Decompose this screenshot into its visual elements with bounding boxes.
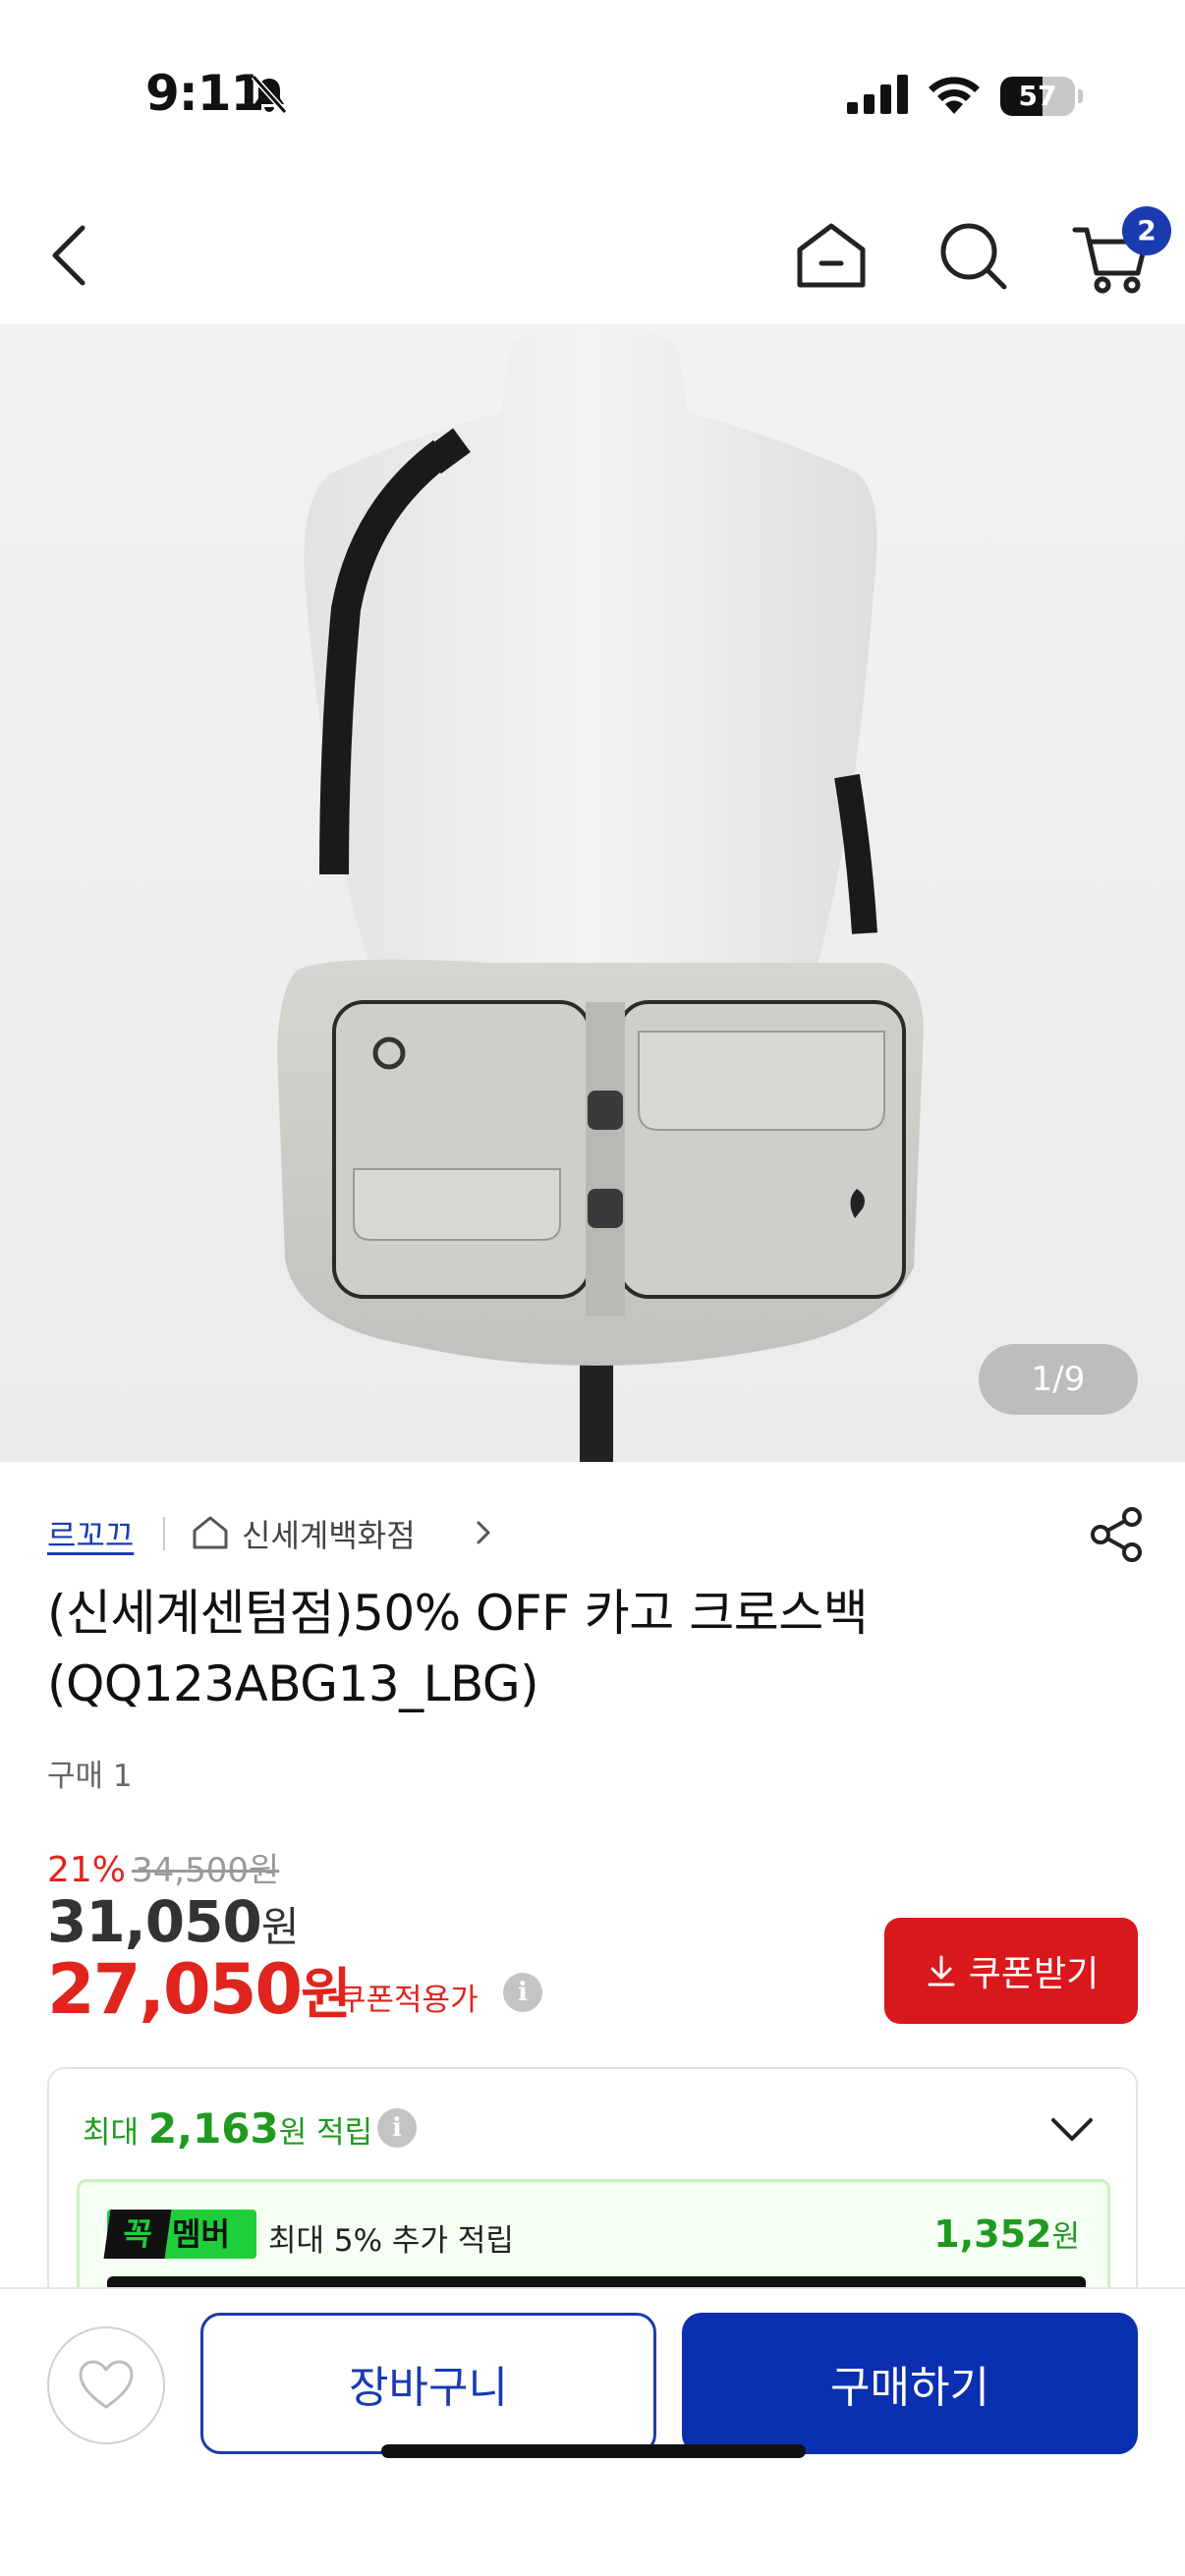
download-coupon-label: 쿠폰받기	[968, 1954, 1100, 1994]
store-link[interactable]: 신세계백화점	[242, 1511, 416, 1556]
chevron-right-icon	[477, 1521, 490, 1544]
original-price: 34,500원	[132, 1851, 280, 1890]
status-time: 9:11	[145, 65, 264, 122]
member-benefit-amount: 1,352원	[933, 2212, 1080, 2256]
share-icon[interactable]	[1087, 1505, 1146, 1564]
points-summary: 최대 2,163원 적립	[83, 2104, 372, 2153]
status-bar: 9:11 57	[0, 0, 1185, 187]
coupon-price-label: 쿠폰적용가	[338, 1983, 479, 2018]
store-home-icon[interactable]	[191, 1513, 230, 1552]
battery-indicator: 57	[1000, 77, 1083, 116]
points-amount: 2,163	[147, 2104, 279, 2153]
discount-row: 21% 34,500원	[47, 1843, 279, 1890]
member-amount-unit: 원	[1051, 2219, 1080, 2255]
sale-price-value: 31,050	[47, 1888, 262, 1955]
image-counter: 1/9	[979, 1344, 1138, 1415]
member-badge: 꼭 멤버	[103, 2210, 256, 2259]
sale-price-unit: 원	[260, 1903, 300, 1951]
member-badge-label: 멤버	[172, 2215, 230, 2253]
cart-count-badge: 2	[1122, 206, 1171, 255]
back-icon[interactable]	[41, 220, 100, 291]
divider	[163, 1517, 165, 1550]
product-title-line-2: (QQ123ABG13_LBG)	[47, 1655, 539, 1712]
coupon-price-value: 27,050	[47, 1949, 303, 2030]
cellular-signal-icon	[847, 75, 908, 114]
coupon-info-icon[interactable]: i	[503, 1973, 542, 2012]
home-indicator	[381, 2444, 806, 2458]
search-icon[interactable]	[933, 216, 1012, 295]
purchase-count: 구매 1	[47, 1759, 133, 1794]
bell-off-icon	[251, 75, 288, 114]
home-icon[interactable]	[792, 216, 871, 295]
points-prefix: 최대	[83, 2115, 140, 2151]
download-coupon-button[interactable]: 쿠폰받기	[884, 1918, 1138, 2024]
member-badge-mark: 꼭	[103, 2210, 172, 2259]
top-navigation	[0, 187, 1185, 324]
points-info-icon[interactable]: i	[377, 2108, 417, 2148]
bottom-action-bar: 장바구니 구매하기	[0, 2287, 1185, 2576]
brand-link[interactable]: 르꼬끄	[47, 1511, 134, 1556]
wifi-icon	[929, 77, 980, 114]
buy-now-button[interactable]: 구매하기	[682, 2313, 1138, 2454]
brand-row: 르꼬끄 신세계백화점	[47, 1505, 1142, 1562]
product-image[interactable]	[0, 324, 1185, 1462]
chevron-down-icon[interactable]	[1047, 2110, 1097, 2150]
product-photo-crossbag	[0, 324, 1185, 1462]
discount-rate: 21%	[47, 1850, 127, 1890]
product-title: (신세계센텀점)50% OFF 카고 크로스백 (QQ123ABG13_LBG)	[47, 1578, 1128, 1719]
product-title-line-1: (신세계센텀점)50% OFF 카고 크로스백	[47, 1585, 869, 1642]
coupon-price: 27,050원	[47, 1949, 352, 2030]
member-benefit-text: 최대 5% 추가 적립	[268, 2223, 514, 2259]
battery-level: 57	[1018, 80, 1057, 112]
member-amount-value: 1,352	[933, 2212, 1052, 2256]
points-suffix: 원 적립	[278, 2115, 373, 2151]
download-icon	[928, 1955, 955, 1987]
add-to-cart-button[interactable]: 장바구니	[200, 2313, 656, 2454]
sale-price: 31,050원	[47, 1888, 300, 1955]
heart-icon	[79, 2360, 134, 2409]
wishlist-button[interactable]	[47, 2326, 165, 2444]
